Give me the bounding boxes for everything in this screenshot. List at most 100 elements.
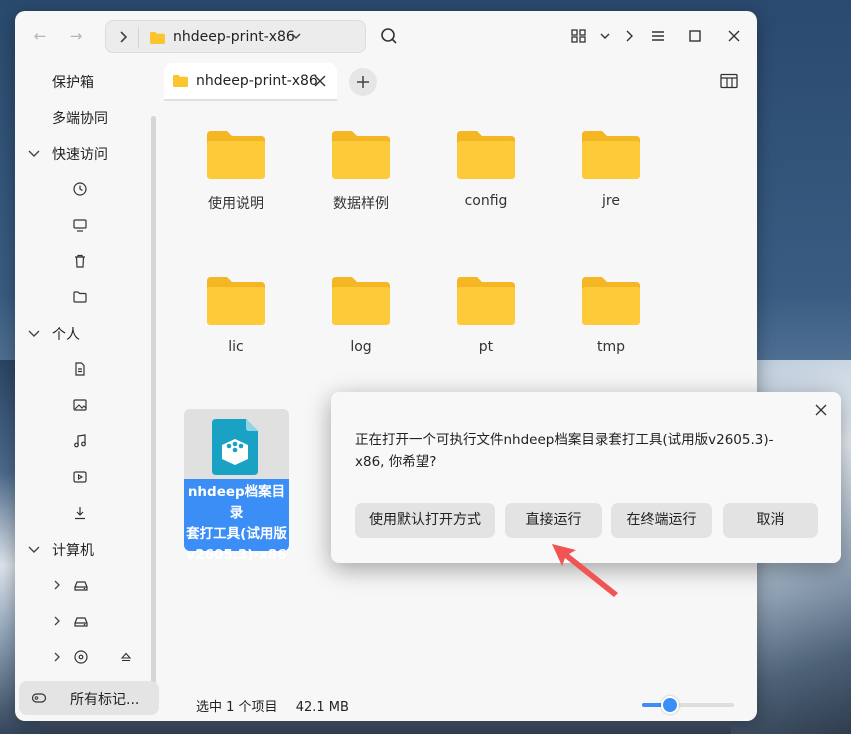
dialog-message: 正在打开一个可执行文件nhdeep档案目录套打工具(试用版v2605.3)-x8… (355, 432, 774, 470)
file-icon-box (184, 409, 289, 479)
all-tags-label: 所有标记... (70, 692, 140, 708)
tag-icon (31, 693, 47, 703)
file-manager-window: ← → nhdeep-print-x86 保护箱 多端协同 快速访问 个人 计算… (15, 11, 757, 721)
executable-file-item[interactable]: nhdeep档案目录 套打工具(试用版 v2605.3)-x86 (184, 409, 289, 563)
detail-panel-icon[interactable] (720, 73, 738, 89)
folder-icon (582, 131, 640, 179)
sidebar-item-documents[interactable] (15, 354, 160, 384)
sidebar-item-computer[interactable]: 计算机 (15, 534, 160, 564)
folder-name: 使用说明 (208, 196, 264, 212)
folder-name: config (464, 193, 508, 209)
chevron-right-icon[interactable] (51, 578, 63, 592)
forward-button[interactable]: → (65, 25, 87, 47)
selection-count: 选中 1 个项目 (196, 700, 278, 715)
close-icon[interactable] (723, 25, 745, 47)
zoom-slider-handle[interactable] (661, 696, 679, 714)
cancel-button[interactable]: 取消 (723, 503, 818, 538)
all-tags-button[interactable]: 所有标记... (19, 681, 159, 715)
chevron-down-icon[interactable] (594, 25, 616, 47)
annotation-arrow-icon (552, 544, 618, 597)
sidebar-item-desktop[interactable] (15, 210, 160, 240)
eject-icon[interactable] (118, 649, 134, 665)
folder-item[interactable]: 数据样例 (309, 131, 413, 213)
sidebar-item-disk[interactable] (15, 606, 160, 636)
sidebar-item-personal[interactable]: 个人 (15, 318, 160, 348)
sidebar-item-music[interactable] (15, 426, 160, 456)
zoom-slider[interactable] (642, 696, 734, 714)
chevron-down-icon[interactable] (27, 326, 41, 340)
folder-icon (582, 277, 640, 325)
new-tab-button[interactable] (349, 68, 377, 96)
run-in-terminal-button[interactable]: 在终端运行 (611, 503, 712, 538)
open-executable-dialog: 正在打开一个可执行文件nhdeep档案目录套打工具(试用版v2605.3)-x8… (331, 392, 841, 563)
monitor-icon (73, 219, 87, 232)
folder-icon (207, 277, 265, 325)
hard-disk-icon (74, 617, 88, 627)
file-name-label: nhdeep档案目录 套打工具(试用版 v2605.3)-x86 (184, 479, 289, 563)
sidebar-item-collaboration[interactable]: 多端协同 (15, 102, 160, 132)
search-icon[interactable] (378, 25, 400, 47)
close-icon[interactable] (313, 74, 327, 88)
folder-icon (150, 32, 165, 44)
titlebar: ← → nhdeep-print-x86 (15, 11, 757, 61)
folder-name: jre (602, 193, 620, 209)
clock-icon (73, 182, 87, 196)
menu-icon[interactable] (647, 25, 669, 47)
video-icon (73, 471, 87, 483)
chevron-down-icon[interactable] (27, 542, 41, 556)
folder-icon (173, 75, 188, 87)
chevron-right-icon[interactable] (618, 25, 640, 47)
run-directly-button[interactable]: 直接运行 (505, 503, 602, 538)
sidebar-item-recent[interactable] (15, 174, 160, 204)
folder-item[interactable]: tmp (559, 277, 663, 355)
tab-label: nhdeep-print-x86 (196, 73, 318, 89)
chevron-right-icon[interactable] (116, 29, 130, 45)
address-path: nhdeep-print-x86 (173, 29, 295, 45)
sidebar-item-trash[interactable] (15, 246, 160, 276)
folder-item[interactable]: 使用说明 (184, 131, 288, 213)
sidebar-item-vault[interactable]: 保护箱 (15, 66, 160, 96)
folder-name: pt (478, 339, 494, 355)
folder-outline-icon (73, 291, 87, 303)
folder-item[interactable]: log (309, 277, 413, 355)
hard-disk-icon (74, 581, 88, 591)
address-bar[interactable]: nhdeep-print-x86 (105, 20, 366, 53)
maximize-icon[interactable] (684, 25, 706, 47)
sidebar-item-quick-access[interactable]: 快速访问 (15, 138, 160, 168)
folder-icon (207, 131, 265, 179)
divider (138, 27, 139, 48)
folder-name: 数据样例 (333, 196, 389, 212)
sidebar-item-optical-disc[interactable] (15, 642, 160, 672)
folder-icon (457, 131, 515, 179)
folder-item[interactable]: lic (184, 277, 288, 355)
chevron-right-icon[interactable] (51, 614, 63, 628)
sidebar-item-videos[interactable] (15, 462, 160, 492)
close-icon[interactable] (814, 403, 828, 417)
chevron-right-icon[interactable] (51, 650, 63, 664)
sidebar-item-label: 计算机 (52, 543, 94, 559)
folder-item[interactable]: jre (559, 131, 663, 209)
sidebar: 保护箱 多端协同 快速访问 个人 计算机 (15, 61, 160, 721)
music-icon (74, 434, 86, 448)
sidebar-item-disk[interactable] (15, 570, 160, 600)
folder-icon (457, 277, 515, 325)
folder-icon (332, 131, 390, 179)
chevron-down-icon[interactable] (290, 30, 302, 42)
plus-icon (357, 76, 369, 88)
sidebar-item-pictures[interactable] (15, 390, 160, 420)
sidebar-scrollbar[interactable] (151, 116, 156, 691)
folder-item[interactable]: config (434, 131, 538, 209)
download-icon (75, 507, 85, 520)
folder-item[interactable]: pt (434, 277, 538, 355)
back-button[interactable]: ← (29, 25, 51, 47)
chevron-down-icon[interactable] (27, 146, 41, 160)
tab-nhdeep-print-x86[interactable]: nhdeep-print-x86 (164, 63, 337, 101)
open-with-default-button[interactable]: 使用默认打开方式 (355, 503, 495, 538)
sidebar-item-downloads[interactable] (15, 498, 160, 528)
sidebar-item-label: 多端协同 (52, 111, 108, 127)
grid-view-icon[interactable] (568, 25, 590, 47)
sidebar-item-home[interactable] (15, 282, 160, 312)
disc-icon (74, 650, 88, 664)
folder-name: log (350, 339, 372, 355)
folder-name: lic (228, 339, 244, 355)
